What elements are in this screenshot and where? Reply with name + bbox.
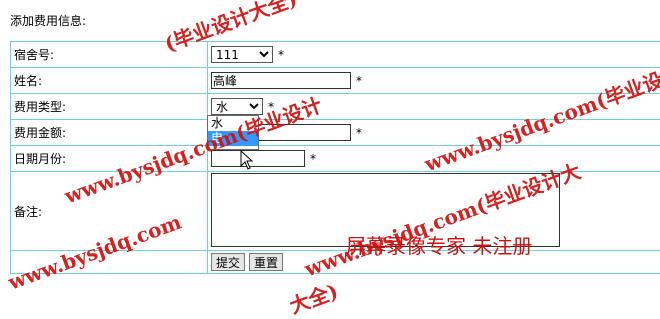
required-mark: * [356, 126, 362, 140]
buttons-empty-cell [11, 251, 208, 274]
mouse-cursor-icon [240, 150, 254, 170]
required-mark: * [356, 74, 362, 88]
name-cell: * [208, 68, 660, 94]
reset-button[interactable]: 重置 [249, 253, 283, 271]
dorm-select[interactable]: 111 [211, 46, 273, 63]
dorm-label: 宿舍号: [11, 42, 208, 68]
name-row: 姓名: * [11, 68, 660, 94]
fee-form-table: 宿舍号: 111 * 姓名: * 费用类型: 水 * 费用金额: * 日期月份:… [10, 41, 660, 274]
fee-type-dropdown-list: 水 电 [207, 115, 259, 150]
fee-type-cell: 水 * [208, 94, 660, 120]
name-label: 姓名: [11, 68, 208, 94]
date-cell: * [208, 146, 660, 172]
remark-label: 备注: [11, 172, 208, 251]
remark-row: 备注: [11, 172, 660, 251]
required-mark: * [268, 100, 274, 114]
dorm-row: 宿舍号: 111 * [11, 42, 660, 68]
required-mark: * [278, 48, 284, 62]
dorm-cell: 111 * [208, 42, 660, 68]
watermark-text: 大全) [285, 275, 341, 319]
fee-type-row: 费用类型: 水 * [11, 94, 660, 120]
buttons-row: 提交重置 [11, 251, 660, 274]
fee-type-option-water[interactable]: 水 [208, 116, 258, 131]
submit-button[interactable]: 提交 [211, 253, 245, 271]
fee-type-option-electricity[interactable]: 电 [208, 131, 258, 146]
amount-row: 费用金额: * [11, 120, 660, 146]
fee-type-label: 费用类型: [11, 94, 208, 120]
amount-cell: * [208, 120, 660, 146]
amount-label: 费用金额: [11, 120, 208, 146]
page-title: 添加费用信息: [10, 12, 86, 29]
name-input[interactable] [211, 72, 351, 89]
required-mark: * [310, 152, 316, 166]
recorder-watermark: 屏幕录像专家 未注册 [346, 230, 532, 259]
date-label: 日期月份: [11, 146, 208, 172]
date-row: 日期月份: * [11, 146, 660, 172]
date-input[interactable] [211, 150, 305, 167]
fee-type-select[interactable]: 水 [211, 98, 263, 115]
